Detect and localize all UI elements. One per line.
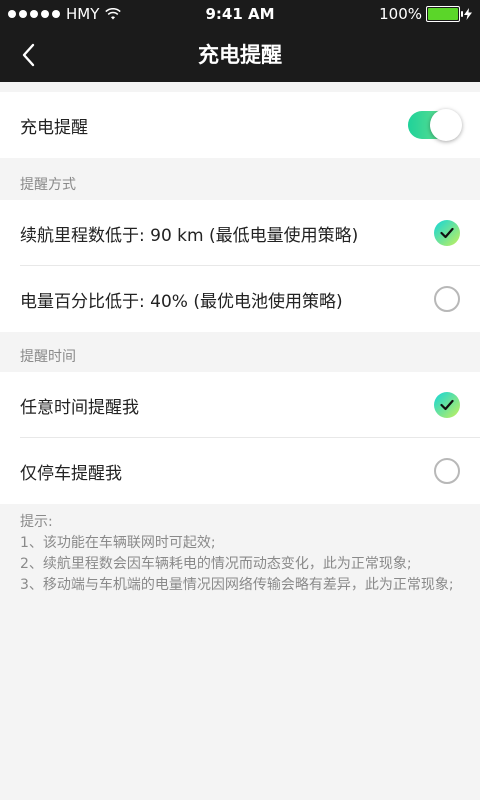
method-option-label: 电量百分比低于: 40% (最优电池使用策略) xyxy=(20,291,343,312)
navigation-bar: 充电提醒 xyxy=(0,28,480,82)
page-title: 充电提醒 xyxy=(198,43,282,67)
checkmark-icon xyxy=(440,399,454,411)
toggle-knob xyxy=(430,109,462,141)
status-bar: HMY 9:41 AM 100% xyxy=(0,0,480,28)
time-option-parked[interactable]: 仅停车提醒我 xyxy=(0,438,480,504)
tips-line: 3、移动端与车机端的电量情况因网络传输会略有差异，此为正常现象; xyxy=(20,577,454,593)
section-header-time: 提醒时间 xyxy=(20,349,76,365)
reminder-label: 充电提醒 xyxy=(20,117,88,138)
tips-line: 1、该功能在车辆联网时可起效; xyxy=(20,535,216,551)
status-right: 100% xyxy=(379,5,472,23)
method-option-label: 续航里程数低于: 90 km (最低电量使用策略) xyxy=(20,225,359,246)
battery-percentage: 100% xyxy=(379,5,422,23)
tips-section: 提示: 1、该功能在车辆联网时可起效; 2、续航里程数会因车辆耗电的情况而动态变… xyxy=(20,512,466,596)
checked-radio[interactable] xyxy=(434,392,460,418)
unchecked-radio[interactable] xyxy=(434,458,460,484)
bolt-icon xyxy=(464,8,472,20)
time-card: 任意时间提醒我 仅停车提醒我 xyxy=(0,372,480,504)
method-option-percentage[interactable]: 电量百分比低于: 40% (最优电池使用策略) xyxy=(0,266,480,332)
tips-line: 2、续航里程数会因车辆耗电的情况而动态变化，此为正常现象; xyxy=(20,556,412,572)
method-option-range[interactable]: 续航里程数低于: 90 km (最低电量使用策略) xyxy=(0,200,480,266)
battery-icon xyxy=(426,6,463,22)
reminder-card: 充电提醒 xyxy=(0,92,480,158)
checkmark-icon xyxy=(440,227,454,239)
reminder-row: 充电提醒 xyxy=(0,92,480,158)
time-option-label: 仅停车提醒我 xyxy=(20,463,122,484)
reminder-toggle[interactable] xyxy=(408,109,462,141)
section-header-method: 提醒方式 xyxy=(20,177,76,193)
unchecked-radio[interactable] xyxy=(434,286,460,312)
checked-radio[interactable] xyxy=(434,220,460,246)
method-card: 续航里程数低于: 90 km (最低电量使用策略) 电量百分比低于: 40% (… xyxy=(0,200,480,332)
time-option-anytime[interactable]: 任意时间提醒我 xyxy=(0,372,480,438)
tips-title: 提示: xyxy=(20,514,53,530)
time-option-label: 任意时间提醒我 xyxy=(20,397,139,418)
